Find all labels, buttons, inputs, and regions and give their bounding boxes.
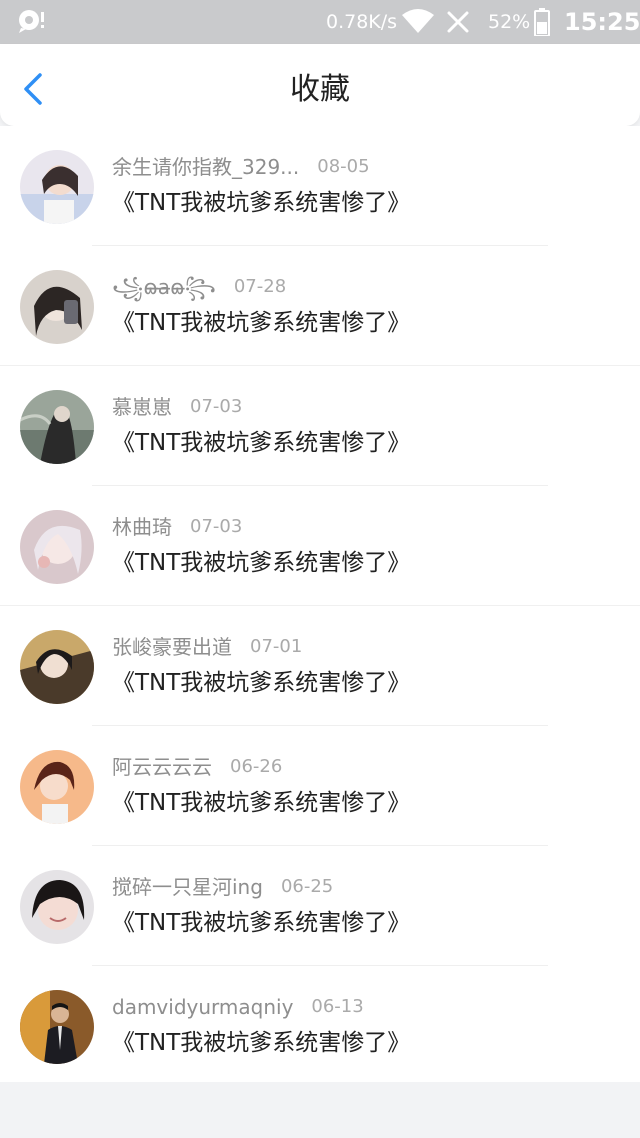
username[interactable]: 张峻豪要出道 <box>112 632 232 662</box>
username[interactable]: ꧁ɷ̶̶̶a̶ɷ̶꧂ <box>112 272 216 302</box>
page-title: 收藏 <box>290 72 350 107</box>
username[interactable]: 慕崽崽 <box>112 392 172 422</box>
avatar[interactable] <box>20 270 94 344</box>
wifi-icon <box>402 9 434 33</box>
nav-header: 收藏 <box>0 44 640 126</box>
list-item[interactable]: 林曲琦 07-03 《TNT我被坑爹系统害惨了》 <box>0 486 640 606</box>
post-date: 06-25 <box>280 876 334 897</box>
username[interactable]: 林曲琦 <box>112 512 172 542</box>
list-item[interactable]: 搅碎一只星河ing 06-25 《TNT我被坑爹系统害惨了》 <box>0 846 640 966</box>
post-date: 08-05 <box>317 156 370 177</box>
avatar[interactable] <box>20 750 94 824</box>
list-item[interactable]: 余生请你指教_329... 08-05 《TNT我被坑爹系统害惨了》 <box>0 126 640 246</box>
list-item[interactable]: 阿云云云云 06-26 《TNT我被坑爹系统害惨了》 <box>0 726 640 846</box>
post-date: 07-03 <box>190 516 243 537</box>
list-item[interactable]: ꧁ɷ̶̶̶a̶ɷ̶꧂ 07-28 《TNT我被坑爹系统害惨了》 <box>0 246 640 366</box>
post-title[interactable]: 《TNT我被坑爹系统害惨了》 <box>112 786 410 820</box>
list-item[interactable]: damvidyurmaqniy 06-13 《TNT我被坑爹系统害惨了》 <box>0 966 640 1086</box>
post-title[interactable]: 《TNT我被坑爹系统害惨了》 <box>112 186 410 220</box>
post-title[interactable]: 《TNT我被坑爹系统害惨了》 <box>112 1026 410 1060</box>
username[interactable]: 搅碎一只星河ing <box>112 872 263 902</box>
no-signal-icon <box>447 11 469 33</box>
battery-percent: 52% <box>488 11 531 33</box>
username[interactable]: 余生请你指教_329... <box>112 152 299 182</box>
post-title[interactable]: 《TNT我被坑爹系统害惨了》 <box>112 426 410 460</box>
avatar[interactable] <box>20 150 94 224</box>
post-title[interactable]: 《TNT我被坑爹系统害惨了》 <box>112 666 410 700</box>
avatar[interactable] <box>20 630 94 704</box>
username[interactable]: 阿云云云云 <box>112 752 212 782</box>
clock: 15:25 <box>564 8 640 36</box>
post-date: 07-28 <box>233 276 287 297</box>
favorites-list: 余生请你指教_329... 08-05 《TNT我被坑爹系统害惨了》 ꧁ɷ̶̶̶a… <box>0 126 640 1082</box>
avatar[interactable] <box>20 990 94 1064</box>
post-date: 06-26 <box>230 756 283 777</box>
post-date: 07-01 <box>250 636 303 657</box>
post-title[interactable]: 《TNT我被坑爹系统害惨了》 <box>112 906 410 940</box>
post-title[interactable]: 《TNT我被坑爹系统害惨了》 <box>112 306 410 340</box>
post-title[interactable]: 《TNT我被坑爹系统害惨了》 <box>112 546 410 580</box>
notification-icon <box>19 10 44 33</box>
network-speed: 0.78K/s <box>326 11 398 33</box>
avatar[interactable] <box>20 510 94 584</box>
status-bar: 0.78K/s 52% 15:25 <box>0 0 640 44</box>
avatar[interactable] <box>20 870 94 944</box>
list-item[interactable]: 张峻豪要出道 07-01 《TNT我被坑爹系统害惨了》 <box>0 606 640 726</box>
avatar[interactable] <box>20 390 94 464</box>
post-date: 07-03 <box>190 396 243 417</box>
list-item[interactable]: 慕崽崽 07-03 《TNT我被坑爹系统害惨了》 <box>0 366 640 486</box>
battery-icon <box>534 8 550 36</box>
username[interactable]: damvidyurmaqniy <box>112 992 293 1022</box>
post-date: 06-13 <box>311 996 364 1017</box>
